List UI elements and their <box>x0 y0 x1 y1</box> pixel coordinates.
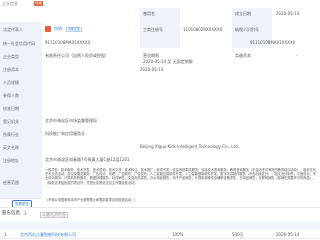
table-header-bg <box>0 222 320 230</box>
label-cell-english: 英文名称 <box>0 141 42 155</box>
label-cell-legal-rep: 法定代表人 <box>0 22 42 38</box>
subscribed-amount: 500万 <box>232 232 244 237</box>
address-value: 北京市海淀区知春路7号致真大厦C座12层1201 <box>45 157 130 162</box>
section-divider <box>0 207 320 208</box>
industry-value: 科技推广和应用服务业 <box>45 131 85 136</box>
former-name-label: 曾用名 <box>143 11 155 16</box>
label-cell-staff: 人员规模 <box>0 76 42 90</box>
subscribed-date: 2020-05-14 <box>276 232 300 237</box>
business-term-label: 营业期限 <box>143 53 159 58</box>
label-cell-reg-capital: 注册资本 <box>0 63 42 77</box>
label-cell-insured: 参保人数 <box>0 89 42 103</box>
authority-value: 北京市海淀区市场监督管理局 <box>45 118 97 123</box>
share-ratio: 100% <box>172 232 184 237</box>
scope-note: （不得从事国家和本市产业政策禁止和限制类项目的经营活动。） <box>45 198 138 202</box>
label-cell-scope: 经营范围 <box>0 167 42 199</box>
tax-id-label: 纳税人识别号 <box>235 27 259 32</box>
legal-rep-avatar <box>45 26 51 32</box>
shareholder-name[interactable]: 北京西瓜儿童智能科技有限公司 <box>20 233 76 237</box>
unified-code-value: 91110108MA01XXXXX <box>45 40 91 45</box>
label-cell-approval: 核准日期 <box>0 102 42 116</box>
legal-rep-name[interactable]: 何明 <box>54 27 62 31</box>
paid-capital-label: 实缴资本 <box>235 53 251 58</box>
reg-number-value: 110108029XXXXXX <box>183 27 223 32</box>
section-title: 股东信息 <box>2 211 20 216</box>
label-cell-company-type: 企业类型 <box>0 50 42 64</box>
reg-number-label: 工商注册号 <box>143 27 163 32</box>
company-type-value: 有限责任公司（自然人投资或控股） <box>45 53 109 58</box>
status-badge: 存续 <box>34 1 43 6</box>
established-value: 2020-05-14 <box>276 11 300 16</box>
row-divider <box>0 238 320 239</box>
header-title: 企业信息 <box>2 1 18 6</box>
label-cell-unified-code: 统一社会信用代码 <box>0 37 42 51</box>
section-count: 1 <box>24 211 27 216</box>
established-label: 成立日期 <box>235 11 251 16</box>
company-type-date: 2020-05-14 <box>140 67 164 72</box>
row-index: 1 <box>4 232 7 237</box>
label-cell-industry: 所属行业 <box>0 128 42 142</box>
section-sub[interactable]: 认缴出资信息 <box>40 212 68 218</box>
label-cell-authority: 登记机关 <box>0 115 42 129</box>
legal-rep-tag[interactable]: 关联企业 <box>66 27 83 32</box>
paid-capital-value: - <box>296 53 298 58</box>
label-cell-address: 注册地址 <box>0 154 42 168</box>
english-name-value: Beijing Xigua Kids Intelligent Technolog… <box>140 144 239 149</box>
scope-text: 一般项目：技术服务、技术开发、技术咨询、技术交流、技术转让、技术推广；软件开发；… <box>45 168 316 185</box>
business-term-value: 2020-05-14 至 无固定期限 <box>143 59 193 64</box>
tax-id-value: 91110108MA01XXXXX <box>250 40 296 45</box>
